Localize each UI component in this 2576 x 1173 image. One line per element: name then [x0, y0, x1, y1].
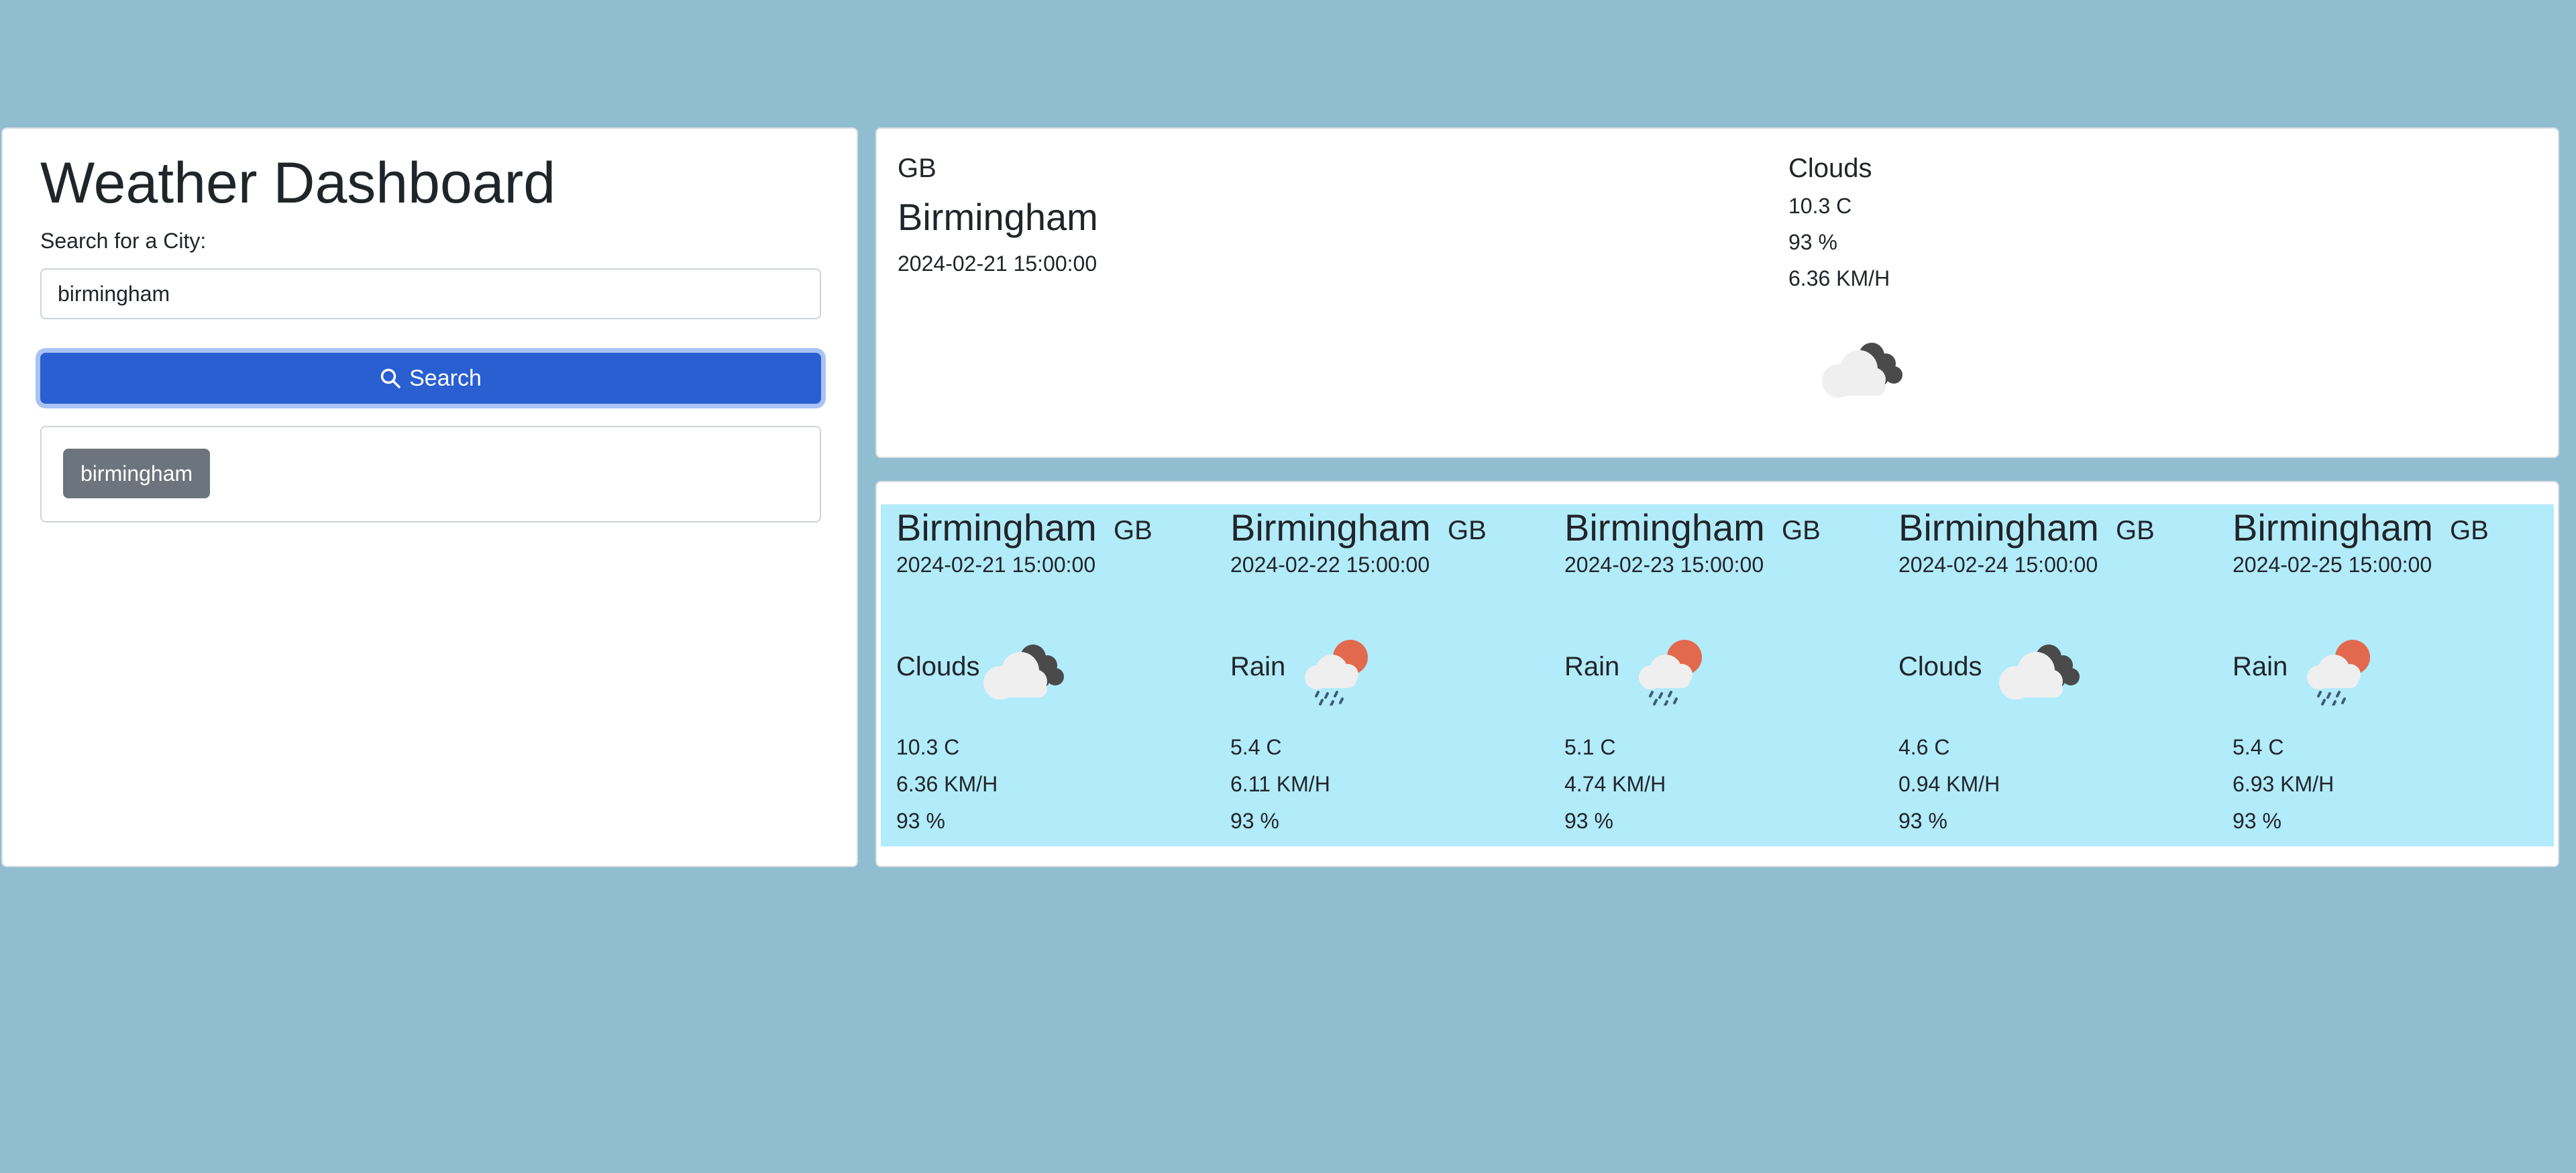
- clouds-icon: [1999, 645, 2080, 700]
- forecast-humidity: 93 %: [1898, 809, 1947, 833]
- forecast-datetime: 2024-02-21 15:00:00: [896, 553, 1096, 577]
- forecast-humidity: 93 %: [896, 809, 945, 833]
- forecast-condition: Rain: [2233, 652, 2288, 681]
- forecast-wind: 4.74 KM/H: [1564, 772, 1666, 796]
- forecast-datetime: 2024-02-22 15:00:00: [1230, 553, 1430, 577]
- forecast-city: Birmingham: [1230, 506, 1431, 549]
- forecast-card: Birmingham GB 2024-02-24 15:00:00 Clouds…: [1883, 504, 2217, 846]
- history-item-button[interactable]: birmingham: [63, 449, 211, 498]
- forecast-city: Birmingham: [1564, 506, 1765, 549]
- search-icon: [380, 368, 401, 389]
- forecast-datetime: 2024-02-24 15:00:00: [1898, 553, 2098, 577]
- rain-sun-icon: [1638, 638, 1703, 706]
- rain-sun-icon: [2306, 638, 2371, 706]
- forecast-humidity: 93 %: [2233, 809, 2282, 833]
- forecast-panel: Birmingham GB 2024-02-21 15:00:00 Clouds…: [875, 481, 2559, 867]
- forecast-temperature: 4.6 C: [1898, 735, 1950, 759]
- search-button[interactable]: Search: [40, 353, 821, 404]
- forecast-card: Birmingham GB 2024-02-22 15:00:00 Rain 5…: [1215, 504, 1549, 846]
- forecast-strip: Birmingham GB 2024-02-21 15:00:00 Clouds…: [881, 504, 2554, 846]
- forecast-city: Birmingham: [1898, 506, 2099, 549]
- forecast-country: GB: [1782, 516, 1821, 545]
- forecast-temperature: 5.4 C: [1230, 735, 1282, 759]
- forecast-country: GB: [2450, 516, 2489, 545]
- rain-sun-icon: [1303, 638, 1369, 706]
- forecast-country: GB: [2116, 516, 2155, 545]
- search-button-label: Search: [409, 365, 482, 391]
- current-city: Birmingham: [898, 196, 1098, 238]
- forecast-humidity: 93 %: [1230, 809, 1279, 833]
- forecast-city: Birmingham: [2233, 506, 2433, 549]
- current-humidity: 93 %: [1788, 230, 1837, 254]
- forecast-condition: Clouds: [896, 652, 980, 681]
- clouds-icon: [1822, 343, 1902, 398]
- forecast-card: Birmingham GB 2024-02-21 15:00:00 Clouds…: [881, 504, 1215, 846]
- forecast-condition: Rain: [1564, 652, 1620, 681]
- forecast-temperature: 10.3 C: [896, 735, 960, 759]
- current-temperature: 10.3 C: [1788, 194, 1852, 218]
- current-wind: 6.36 KM/H: [1788, 266, 1890, 290]
- current-datetime: 2024-02-21 15:00:00: [898, 252, 1097, 276]
- forecast-datetime: 2024-02-23 15:00:00: [1564, 553, 1764, 577]
- page-title: Weather Dashboard: [40, 151, 556, 215]
- forecast-wind: 6.36 KM/H: [896, 772, 998, 796]
- city-search-input[interactable]: [40, 268, 821, 319]
- forecast-wind: 6.11 KM/H: [1230, 772, 1330, 796]
- forecast-country: GB: [1448, 516, 1487, 545]
- current-weather-panel: GB Birmingham 2024-02-21 15:00:00 Clouds…: [875, 127, 2559, 458]
- forecast-temperature: 5.1 C: [1564, 735, 1616, 759]
- forecast-datetime: 2024-02-25 15:00:00: [2233, 553, 2432, 577]
- search-history: birmingham: [40, 426, 821, 522]
- forecast-condition: Clouds: [1898, 652, 1982, 681]
- forecast-wind: 0.94 KM/H: [1898, 772, 2000, 796]
- forecast-card: Birmingham GB 2024-02-25 15:00:00 Rain 5…: [2217, 504, 2551, 846]
- clouds-icon: [983, 645, 1064, 700]
- forecast-temperature: 5.4 C: [2233, 735, 2284, 759]
- search-panel: Weather Dashboard Search for a City: Sea…: [1, 127, 858, 867]
- forecast-card: Birmingham GB 2024-02-23 15:00:00 Rain 5…: [1549, 504, 1883, 846]
- forecast-humidity: 93 %: [1564, 809, 1613, 833]
- forecast-condition: Rain: [1230, 652, 1286, 681]
- forecast-wind: 6.93 KM/H: [2233, 772, 2334, 796]
- forecast-city: Birmingham: [896, 506, 1097, 549]
- current-country: GB: [898, 154, 936, 183]
- current-condition: Clouds: [1788, 154, 1872, 183]
- forecast-country: GB: [1114, 516, 1152, 545]
- search-label: Search for a City:: [40, 229, 207, 253]
